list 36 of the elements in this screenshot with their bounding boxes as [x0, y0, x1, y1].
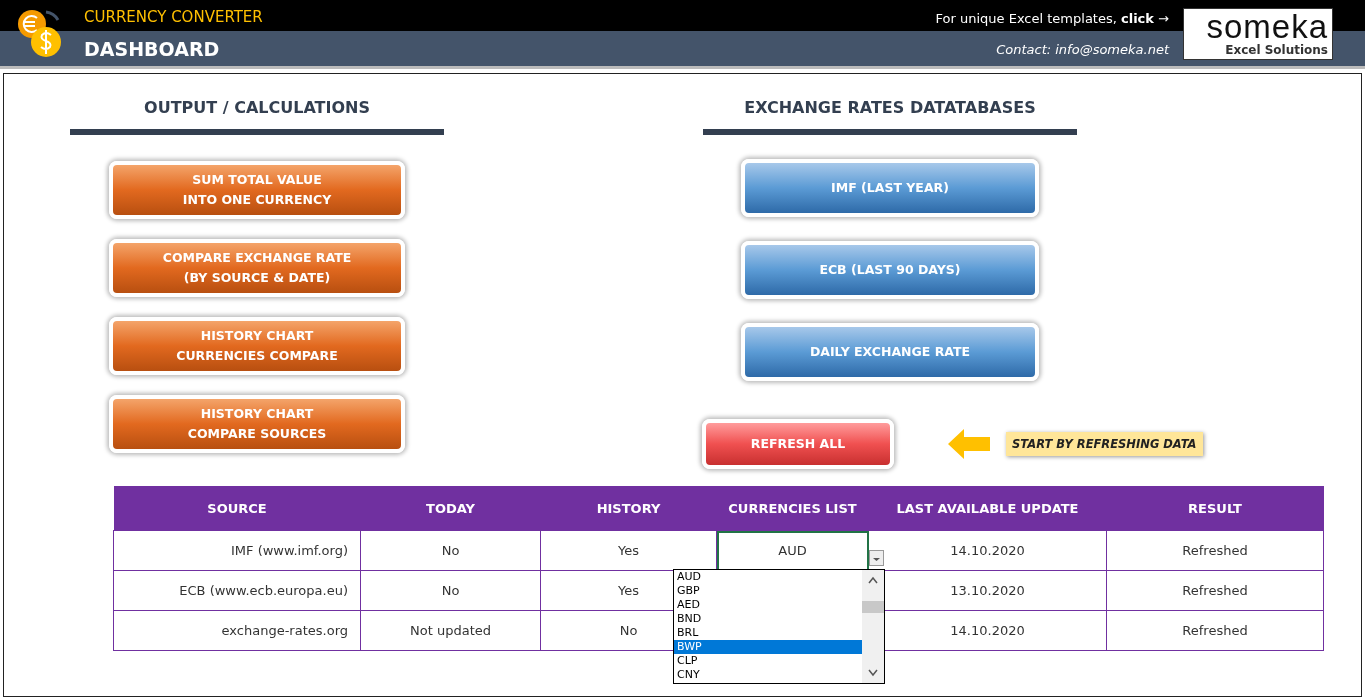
- templates-link[interactable]: For unique Excel templates, click →: [935, 0, 1169, 31]
- hint-note: START BY REFRESHING DATA: [1006, 432, 1203, 456]
- page-title: DASHBOARD: [84, 37, 221, 62]
- brand-name: someka: [1206, 11, 1328, 43]
- column-header: TODAY: [360, 486, 541, 531]
- arrow-left-icon: [948, 429, 990, 459]
- table-cell: Refreshed: [1106, 570, 1324, 611]
- brand-logo[interactable]: someka Excel Solutions: [1183, 8, 1333, 60]
- column-header: HISTORY: [540, 486, 717, 531]
- app-title: CURRENCY CONVERTER: [84, 7, 263, 28]
- table-cell: Not updated: [360, 610, 541, 651]
- chevron-down-icon[interactable]: [867, 669, 879, 677]
- table-cell: ECB (www.ecb.europa.eu): [113, 570, 361, 611]
- column-header: LAST AVAILABLE UPDATE: [868, 486, 1107, 531]
- chevron-up-icon[interactable]: [867, 576, 879, 584]
- column-header: SOURCE: [113, 486, 361, 531]
- dropdown-button[interactable]: [869, 550, 884, 566]
- contact-email: Contact: info@someka.net: [996, 41, 1169, 59]
- table-cell: IMF (www.imf.org): [113, 530, 361, 571]
- section-heading: EXCHANGE RATES DATATABASES: [703, 98, 1077, 135]
- table-cell: 14.10.2020: [868, 530, 1107, 571]
- column-header: RESULT: [1106, 486, 1324, 531]
- scrollbar[interactable]: [862, 570, 884, 683]
- dropdown-option[interactable]: CNY: [674, 668, 862, 682]
- table-cell: No: [360, 530, 541, 571]
- section-heading: OUTPUT / CALCULATIONS: [70, 98, 444, 135]
- dropdown-option[interactable]: CLP: [674, 654, 862, 668]
- table-cell: Refreshed: [1106, 610, 1324, 651]
- table-cell: Refreshed: [1106, 530, 1324, 571]
- table-cell: AUD: [716, 530, 869, 571]
- table-cell: No: [360, 570, 541, 611]
- scrollbar-thumb[interactable]: [862, 601, 884, 613]
- dropdown-option[interactable]: BWP: [674, 640, 862, 654]
- brand-tagline: Excel Solutions: [1225, 43, 1328, 57]
- column-header: CURRENCIES LIST: [716, 486, 869, 531]
- table-cell: exchange-rates.org: [113, 610, 361, 651]
